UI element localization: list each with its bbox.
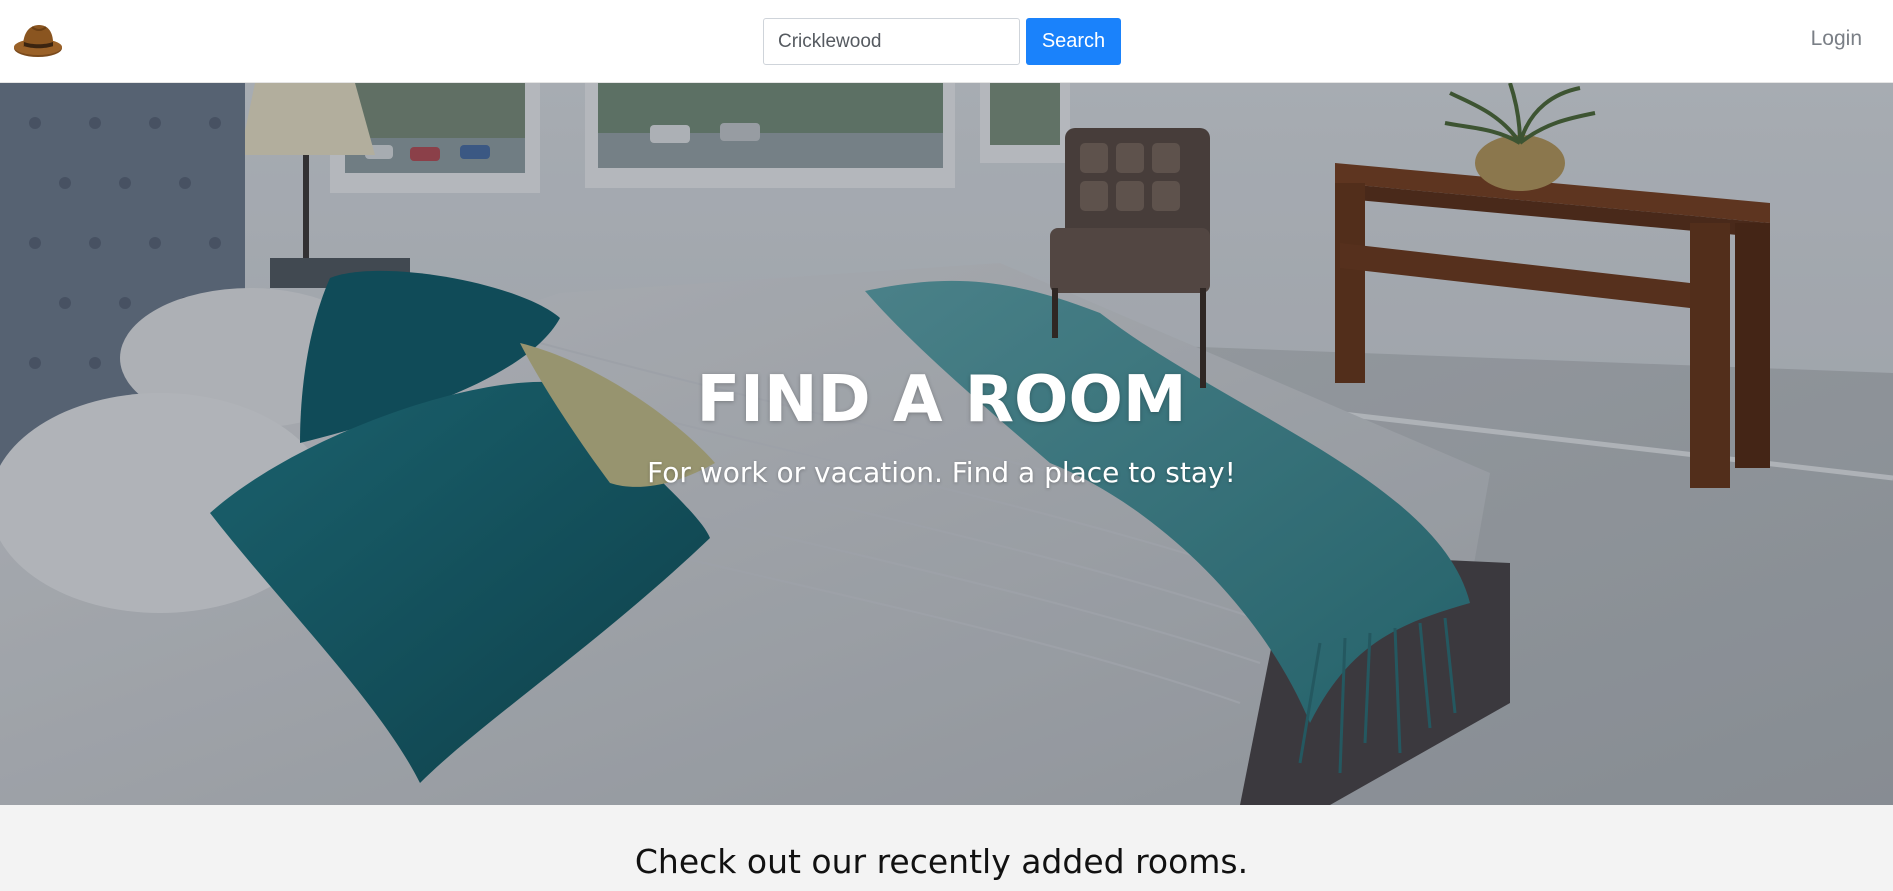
search-input[interactable] xyxy=(763,18,1020,65)
top-navbar: Search Login xyxy=(0,0,1893,83)
fedora-hat-icon[interactable] xyxy=(12,18,64,60)
login-link[interactable]: Login xyxy=(1811,27,1862,51)
search-button[interactable]: Search xyxy=(1026,18,1121,65)
recent-rooms-heading: Check out our recently added rooms. xyxy=(634,842,1249,881)
hero-subtitle: For work or vacation. Find a place to st… xyxy=(647,456,1236,489)
hero-banner: FIND A ROOM For work or vacation. Find a… xyxy=(0,83,1893,805)
search-form: Search xyxy=(763,18,1121,65)
recent-rooms-section: Check out our recently added rooms. xyxy=(0,805,1893,891)
hero-title: FIND A ROOM xyxy=(696,363,1187,437)
hero-overlay xyxy=(0,83,1893,805)
